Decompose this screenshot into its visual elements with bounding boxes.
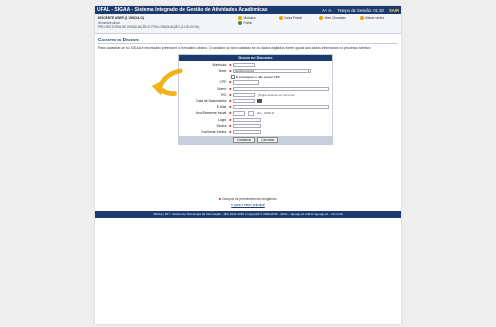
top-bar: UFAL - SIGAA - Sistema Integrado de Gest…: [95, 6, 401, 14]
session-time: Tempo de Sessão: 01:30: [337, 7, 384, 13]
row-confirmar-senha: Confirmar Senha: ✱: [181, 129, 330, 135]
required-note: ✱ Campos de preenchimento obrigatório.: [218, 197, 278, 201]
nome-input[interactable]: [233, 86, 330, 91]
ano-input[interactable]: [233, 111, 246, 116]
required-icon: ✱: [229, 123, 232, 128]
required-icon: ✱: [229, 86, 232, 91]
required-icon: ✱: [218, 197, 222, 201]
system-title: UFAL - SIGAA - Sistema Integrado de Gest…: [97, 7, 268, 13]
page-container: UFAL - SIGAA - Sistema Integrado de Gest…: [95, 6, 401, 324]
nivel-label: Nível:: [218, 69, 227, 74]
cancel-button[interactable]: Cancelar: [257, 137, 279, 143]
font-size-controls[interactable]: A+ A-: [322, 8, 332, 13]
modules-icon: [238, 16, 242, 20]
menu-item-caixa-postal[interactable]: Caixa Postal: [278, 16, 318, 20]
nivel-select[interactable]: GRADUAÇÃO ▾: [233, 69, 312, 74]
cpf-input[interactable]: [233, 80, 260, 85]
user-info-bar: DISCENTE USER (1 VÍNCULO) Semestre atual…: [95, 14, 401, 34]
nome-label: Nome:: [217, 86, 227, 91]
email-label: E-Mail:: [216, 105, 227, 110]
page-title: Cadastro de Discente: [98, 37, 398, 44]
quick-menu: Módulos Caixa Postal Abrir Chamado Alter…: [238, 16, 398, 31]
arrow-annotation-icon: [151, 68, 183, 96]
periodo-input[interactable]: [248, 111, 255, 116]
foreigner-checkbox[interactable]: [231, 75, 235, 79]
email-input[interactable]: [233, 105, 330, 110]
form-footer: Cadastrar Cancelar: [179, 136, 332, 145]
matricula-input[interactable]: [233, 63, 256, 68]
submit-button[interactable]: Cadastrar: [232, 137, 256, 143]
matricula-label: Matrícula:: [212, 63, 227, 68]
required-icon: ✱: [229, 105, 232, 110]
required-icon: ✱: [229, 111, 232, 116]
ano-periodo-label: Ano/Semestre Inicial:: [195, 111, 227, 116]
footer-bar: SIGAA | NTI - Núcleo de Tecnologia da In…: [95, 211, 401, 218]
senha-label: Senha:: [216, 123, 227, 128]
period-hint: (Ex.: 2008-2): [257, 111, 275, 116]
mailbox-icon: [278, 16, 283, 20]
instructions-text: Para cadastrar-se no SIGAA é necessário …: [98, 46, 372, 50]
confirmar-senha-input[interactable]: [233, 129, 262, 135]
required-icon: ✱: [229, 99, 232, 104]
required-icon: ✱: [229, 63, 232, 68]
key-icon: [359, 16, 364, 20]
rg-input[interactable]: [233, 92, 256, 97]
nascimento-input[interactable]: [233, 98, 256, 104]
menu-item-portal[interactable]: Portal: [238, 21, 277, 25]
user-unit: PRO-REITORIA DE GRADUAÇÃO E PÓS-GRADUAÇÃ…: [98, 25, 200, 29]
login-input[interactable]: [233, 117, 262, 122]
portal-icon: [238, 21, 242, 25]
foreigner-label: É estrangeiro e não possui CPF: [236, 74, 280, 79]
login-label: Login:: [218, 117, 227, 122]
calendar-icon[interactable]: [257, 98, 262, 104]
rg-hint: (Digite apenas os números): [258, 92, 295, 97]
required-icon: ✱: [229, 117, 232, 122]
student-registration-form: Dados do Discente Matrícula: ✱ Nível: ✱ GR…: [178, 54, 333, 146]
chevron-down-icon: ▾: [307, 69, 310, 74]
required-icon: ✱: [229, 69, 232, 74]
required-icon: ✱: [229, 92, 232, 97]
nascimento-label: Data de Nascimento:: [196, 99, 227, 104]
ticket-icon: [319, 16, 323, 20]
cpf-label: CPF:: [219, 80, 227, 85]
required-icon: ✱: [229, 129, 232, 134]
back-to-menu-link[interactable]: Ir para o menu principal: [95, 203, 401, 207]
menu-item-modulos[interactable]: Módulos: [238, 16, 277, 20]
menu-item-abrir-chamado[interactable]: Abrir Chamado: [319, 16, 358, 20]
menu-item-alterar-senha[interactable]: Alterar senha: [359, 16, 399, 20]
senha-input[interactable]: [233, 123, 262, 128]
rg-label: RG:: [221, 92, 227, 97]
logout-link[interactable]: SAIR: [389, 8, 399, 13]
confirmar-senha-label: Confirmar Senha:: [201, 129, 227, 134]
required-icon: ✱: [229, 80, 232, 85]
